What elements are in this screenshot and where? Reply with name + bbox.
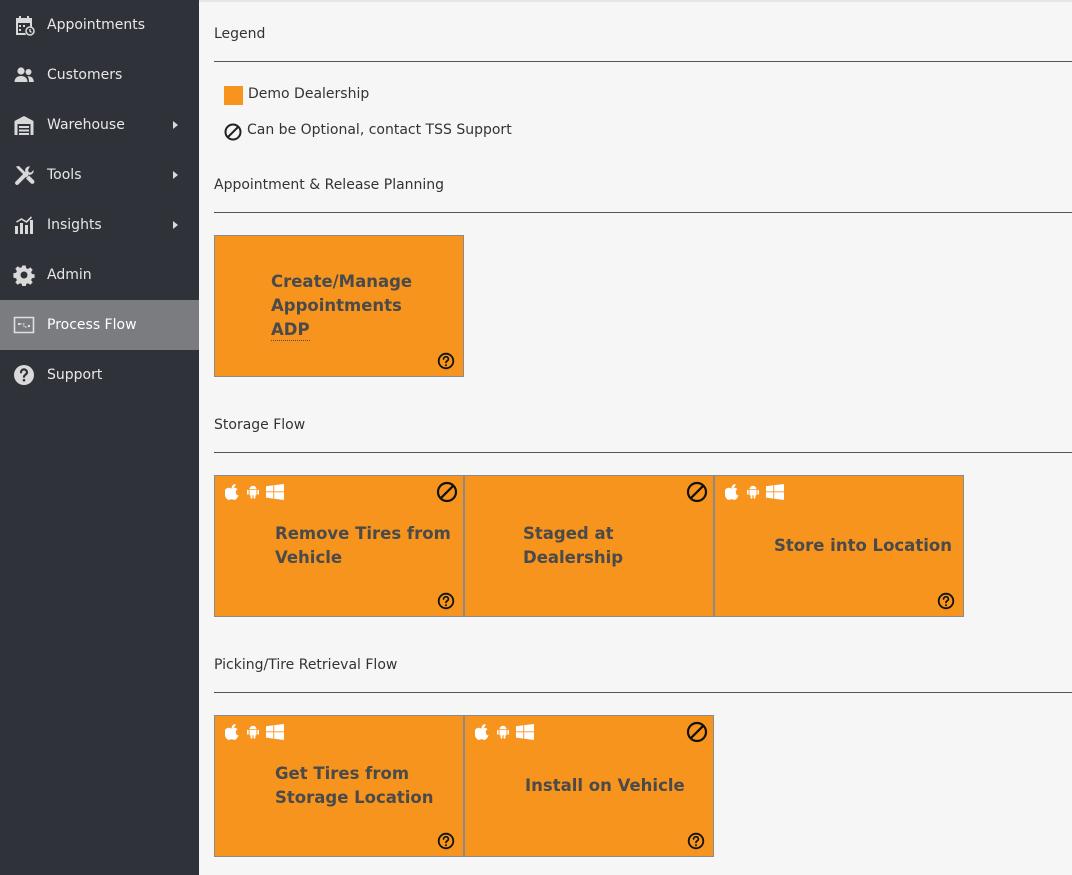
sidebar-item-admin[interactable]: Admin [0,250,199,300]
legend-optional-note: Can be Optional, contact TSS Support [247,122,512,138]
section-title-picking: Picking/Tire Retrieval Flow [214,657,398,673]
demo-dealership-swatch [224,86,243,105]
optional-ban-icon [436,481,458,503]
sidebar-item-label: Tools [47,167,82,183]
sidebar-item-warehouse[interactable]: Warehouse [0,100,199,150]
platform-icons [225,483,291,501]
sidebar-item-tools[interactable]: Tools [0,150,199,200]
sidebar-item-label: Support [47,367,103,383]
card-title: Remove Tires from Vehicle [275,524,451,567]
card-remove-tires[interactable]: Remove Tires from Vehicle [214,475,464,617]
calendar-clock-icon [13,14,35,36]
insights-chart-icon [13,214,35,236]
card-title: Store into Location [774,536,952,555]
card-staged-at-dealership[interactable]: Staged at Dealership [464,475,714,617]
question-circle-icon[interactable] [437,592,455,610]
divider [214,61,1072,62]
process-flow-icon [13,314,35,336]
legend-title: Legend [214,26,266,42]
chevron-right-icon [173,171,178,179]
sidebar: Appointments Customers Warehouse Tools I… [0,0,199,875]
windows-icon [266,484,284,500]
apple-icon [475,724,489,740]
sidebar-item-customers[interactable]: Customers [0,50,199,100]
card-create-manage-appointments[interactable]: Create/Manage Appointments ADP [214,235,464,377]
section-title-storage: Storage Flow [214,417,306,433]
platform-icons [475,723,541,741]
divider [214,692,1072,693]
sidebar-item-support[interactable]: Support [0,350,199,400]
question-circle-icon [13,364,35,386]
card-title: Get Tires from Storage Location [275,764,434,807]
sidebar-item-appointments[interactable]: Appointments [0,0,199,50]
sidebar-item-label: Warehouse [47,117,125,133]
apple-icon [225,724,239,740]
sidebar-item-insights[interactable]: Insights [0,200,199,250]
android-icon [747,485,759,499]
main-content: Legend Demo Dealership Can be Optional, … [199,0,1072,875]
android-icon [497,725,509,739]
windows-icon [516,724,534,740]
android-icon [247,485,259,499]
card-title: Install on Vehicle [525,776,685,795]
tools-icon [13,164,35,186]
card-title: Staged at Dealership [523,524,624,567]
question-circle-icon[interactable] [437,352,455,370]
warehouse-icon [13,114,35,136]
chevron-right-icon [173,221,178,229]
section-title-appointment: Appointment & Release Planning [214,177,445,193]
divider [214,452,1072,453]
divider [214,212,1072,213]
top-divider [199,0,1072,2]
chevron-right-icon [173,121,178,129]
question-circle-icon[interactable] [437,832,455,850]
windows-icon [766,484,784,500]
optional-ban-icon [224,123,242,141]
optional-ban-icon [686,481,708,503]
platform-icons [225,723,291,741]
sidebar-item-label: Appointments [47,17,146,33]
sidebar-item-label: Customers [47,67,123,83]
adp-link[interactable]: ADP [271,320,310,341]
card-store-into-location[interactable]: Store into Location [714,475,964,617]
card-install-on-vehicle[interactable]: Install on Vehicle [464,715,714,857]
legend-demo-dealership: Demo Dealership [248,86,370,102]
sidebar-item-label: Admin [47,267,92,283]
optional-ban-icon [686,721,708,743]
windows-icon [266,724,284,740]
sidebar-item-label: Insights [47,217,102,233]
question-circle-icon[interactable] [937,592,955,610]
apple-icon [225,484,239,500]
apple-icon [725,484,739,500]
card-get-tires-from-storage[interactable]: Get Tires from Storage Location [214,715,464,857]
platform-icons [725,483,791,501]
users-icon [13,64,35,86]
question-circle-icon[interactable] [687,832,705,850]
android-icon [247,725,259,739]
sidebar-item-process-flow[interactable]: Process Flow [0,300,199,350]
gear-icon [13,264,35,286]
sidebar-item-label: Process Flow [47,317,137,333]
card-title: Create/Manage Appointments ADP [271,272,413,341]
